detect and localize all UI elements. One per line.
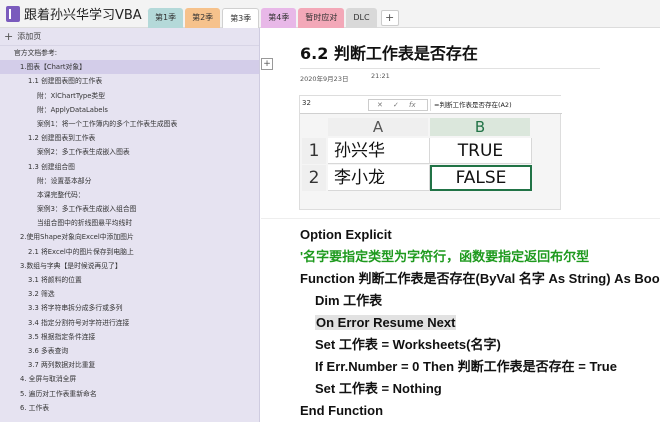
- cell-b1: TRUE: [430, 138, 532, 164]
- page-list-item[interactable]: 案例2：多工作表生成嵌入图表: [0, 145, 259, 159]
- page-list-item[interactable]: 本课完整代码：: [0, 188, 259, 202]
- section-tab-4[interactable]: 第4季: [261, 8, 297, 28]
- page-list-pane: + 添加页 官方文档参考: 1.图表【Chart对象】 1.1 创建图表图的工作表附…: [0, 28, 260, 422]
- cell-a2: 李小龙: [328, 165, 430, 191]
- page-list-item[interactable]: 案例1：将一个工作簿内的多个工作表生成图表: [0, 117, 259, 131]
- cancel-icon: ✕: [377, 101, 383, 109]
- row-header-1: 1: [302, 138, 326, 164]
- section-tab-5[interactable]: 暂时应对: [298, 8, 345, 28]
- section-tab-1[interactable]: 第1季: [148, 8, 184, 28]
- code-line: Set 工作表 = Worksheets(名字): [315, 337, 501, 352]
- cell-a1: 孙兴华: [328, 138, 430, 164]
- code-divider: [261, 218, 660, 219]
- cell-b2: FALSE: [430, 165, 532, 191]
- page-list-item[interactable]: 附：设置基本部分: [0, 174, 259, 188]
- section-tab-6[interactable]: DLC: [346, 8, 377, 28]
- page-list-item[interactable]: 1.2 创建图表到工作表: [0, 131, 259, 145]
- page-list-item[interactable]: 3.4 指定分割符号对字符进行连接: [0, 316, 259, 330]
- page-list-item[interactable]: 1.3 创建组合图: [0, 160, 259, 174]
- page-list-item[interactable]: 2.使用Shape对象向Excel中添加图片: [0, 230, 259, 244]
- section-tabs: 第1季 第2季 第3季 第4季 暂时应对 DLC +: [148, 8, 399, 28]
- plus-icon: +: [4, 29, 14, 43]
- page-list-item[interactable]: 3.数组与字典【是时候说再见了】: [0, 259, 259, 273]
- add-page-label: 添加页: [17, 31, 42, 41]
- formula-buttons: ✕ ✓ fx: [368, 99, 428, 111]
- vba-code-block[interactable]: Option Explicit '名字要指定类型为字符行，函数要指定返回布尔型 Fu…: [300, 224, 660, 422]
- page-list-item[interactable]: 1.1 创建图表图的工作表: [0, 74, 259, 88]
- title-divider: [300, 68, 600, 69]
- page-list-item[interactable]: 3.7 两列数据对比重复: [0, 358, 259, 372]
- page-content: + 6.2 判断工作表是否存在 2020年9月23日 21:21 32 ✕ ✓ …: [261, 28, 660, 422]
- formula-text: =判断工作表是否存在(A2): [430, 99, 558, 111]
- notebook-title: 跟着孙兴华学习VBA: [24, 8, 142, 23]
- page-title[interactable]: 6.2 判断工作表是否存在: [300, 40, 478, 64]
- add-page-button[interactable]: + 添加页: [0, 28, 259, 46]
- page-list-item[interactable]: 案例3：多工作表生成嵌入组合图: [0, 202, 259, 216]
- page-list-item[interactable]: 官方文档参考:: [0, 46, 259, 60]
- notebook-icon: [6, 5, 20, 22]
- page-list-item[interactable]: 3.5 根据指定条件连接: [0, 330, 259, 344]
- name-box: 32: [302, 99, 311, 107]
- add-section-button[interactable]: +: [380, 10, 399, 26]
- fx-icon: fx: [409, 101, 416, 109]
- page-list-item[interactable]: 3.3 将字符串拆分成多行或多列: [0, 301, 259, 315]
- code-comment: '名字要指定类型为字符行，函数要指定返回布尔型: [300, 249, 590, 264]
- code-line: If Err.Number = 0 Then 判断工作表是否存在 = True: [315, 359, 617, 374]
- section-tab-3[interactable]: 第3季: [222, 8, 260, 28]
- column-header-a: A: [328, 118, 428, 136]
- page-list-item[interactable]: 1.图表【Chart对象】: [0, 60, 259, 75]
- highlighted-code: On Error Resume Next: [315, 315, 457, 330]
- page-list-item[interactable]: 4. 全屏与取消全屏: [0, 372, 259, 386]
- page-list-item[interactable]: 5. 遍历对工作表重新命名: [0, 387, 259, 401]
- page-list-item[interactable]: 2.1 将Excel中的图片保存到电脑上: [0, 245, 259, 259]
- section-tab-2[interactable]: 第2季: [185, 8, 221, 28]
- notebook-bar: 跟着孙兴华学习VBA ▾ 第1季 第2季 第3季 第4季 暂时应对 DLC +: [0, 0, 660, 28]
- page-list-item[interactable]: 6. 工作表: [0, 401, 259, 415]
- formula-bar: 32 ✕ ✓ fx =判断工作表是否存在(A2): [300, 96, 562, 114]
- expand-icon[interactable]: +: [261, 58, 273, 70]
- page-date: 2020年9月23日: [300, 75, 349, 83]
- page-list-item[interactable]: 附：ApplyDataLabels: [0, 103, 259, 117]
- page-list-item[interactable]: 3.1 将颜料的位置: [0, 273, 259, 287]
- code-line: End Function: [300, 403, 384, 418]
- enter-icon: ✓: [393, 101, 399, 109]
- code-line: Dim 工作表: [315, 293, 383, 308]
- column-header-b: B: [430, 118, 530, 136]
- page-list-item[interactable]: 当组合图中的折线图悬平均线时: [0, 216, 259, 230]
- row-header-2: 2: [302, 165, 326, 191]
- page-list-item[interactable]: 附：XlChartType类型: [0, 89, 259, 103]
- code-line: Function 判断工作表是否存在(ByVal 名字 As String) A…: [300, 271, 660, 286]
- code-line: On Error Resume Next: [300, 312, 660, 334]
- page-list-item[interactable]: 3.6 多表查询: [0, 344, 259, 358]
- notebook-selector[interactable]: 跟着孙兴华学习VBA ▾: [6, 4, 153, 23]
- page-time: 21:21: [371, 72, 390, 80]
- code-line: Option Explicit: [300, 227, 392, 242]
- page-list: 官方文档参考: 1.图表【Chart对象】 1.1 创建图表图的工作表 附：XlCha…: [0, 46, 259, 415]
- excel-screenshot: 32 ✕ ✓ fx =判断工作表是否存在(A2) A B 1 孙兴华 TRUE …: [299, 95, 562, 210]
- code-line: Set 工作表 = Nothing: [315, 381, 442, 396]
- page-list-item[interactable]: 3.2 筛选: [0, 287, 259, 301]
